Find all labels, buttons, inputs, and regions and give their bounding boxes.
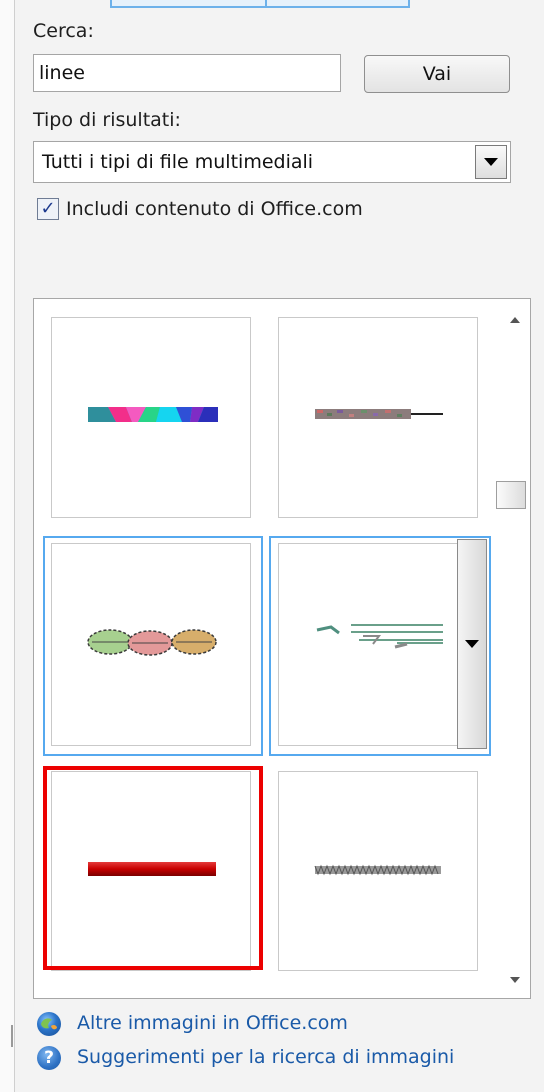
top-tab-strip bbox=[110, 0, 410, 8]
help-icon: ? bbox=[37, 1046, 61, 1070]
chevron-down-icon bbox=[484, 158, 498, 166]
search-input[interactable]: linee bbox=[33, 54, 341, 92]
clipart-thumbnail-leaves-line[interactable] bbox=[51, 543, 251, 746]
clipart-thumbnail-gray-zigzag[interactable] bbox=[278, 771, 478, 971]
pane-left-edge bbox=[0, 0, 15, 1092]
green-lines-image bbox=[316, 624, 443, 649]
thumbnail-options-button[interactable] bbox=[457, 539, 487, 749]
scroll-up-icon[interactable] bbox=[510, 317, 520, 323]
leaves-line-image bbox=[87, 629, 217, 656]
search-tips-link[interactable]: Suggerimenti per la ricerca di immagini bbox=[77, 1046, 454, 1068]
scrollbar-thumb[interactable] bbox=[496, 481, 526, 509]
tab-separator bbox=[110, 0, 112, 8]
chevron-down-icon bbox=[465, 640, 479, 648]
clipart-results-gallery[interactable] bbox=[33, 298, 531, 999]
tab-separator bbox=[265, 0, 267, 8]
clipart-thumbnail-colorful-line[interactable] bbox=[51, 317, 251, 518]
results-type-label: Tipo di risultati: bbox=[33, 109, 181, 131]
clipart-thumbnail-speckled-line[interactable] bbox=[278, 317, 478, 518]
speckled-line-image bbox=[315, 409, 443, 419]
selected-highlight bbox=[43, 766, 263, 970]
results-type-select[interactable]: Tutti i tipi di file multimediali bbox=[33, 141, 511, 183]
include-office-checkbox[interactable]: ✓ bbox=[37, 198, 59, 220]
select-dropdown-button[interactable] bbox=[475, 145, 507, 179]
gray-zigzag-line-image bbox=[314, 864, 441, 876]
go-button[interactable]: Vai bbox=[364, 55, 510, 93]
more-images-link[interactable]: Altre immagini in Office.com bbox=[77, 1012, 348, 1034]
colorful-line-image bbox=[88, 407, 218, 422]
globe-icon bbox=[37, 1012, 61, 1036]
scroll-down-icon[interactable] bbox=[510, 977, 520, 983]
search-label: Cerca: bbox=[33, 20, 94, 42]
include-office-label[interactable]: Includi contenuto di Office.com bbox=[66, 198, 363, 220]
results-type-value: Tutti i tipi di file multimediali bbox=[42, 151, 314, 173]
tab-separator bbox=[408, 0, 410, 8]
pane-splitter-handle[interactable] bbox=[11, 1025, 13, 1047]
clipart-thumbnail-green-lines[interactable] bbox=[278, 543, 478, 746]
